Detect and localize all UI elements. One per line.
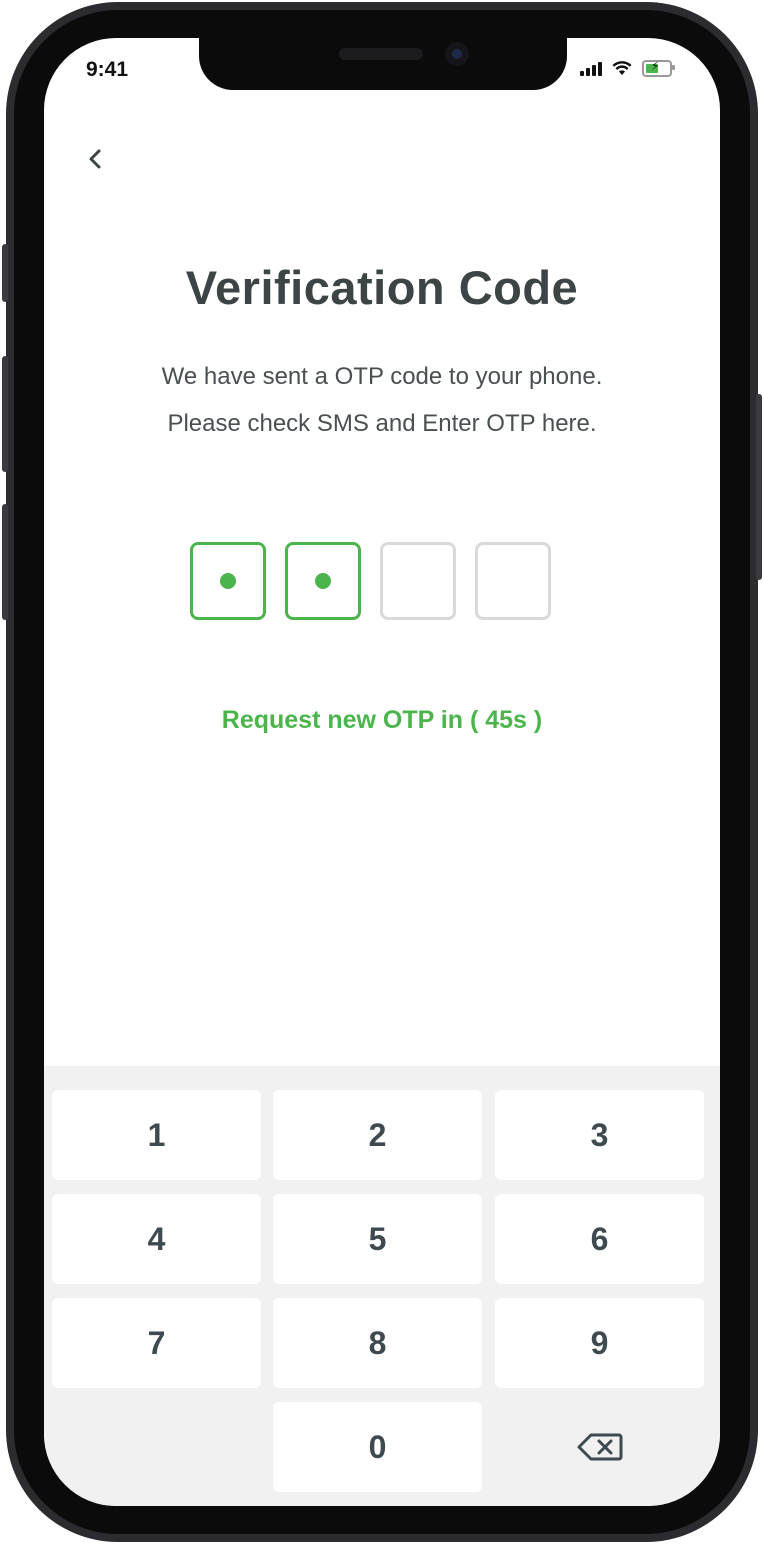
silent-switch — [2, 244, 8, 302]
key-0[interactable]: 0 — [273, 1402, 482, 1492]
otp-digit-box[interactable] — [190, 542, 266, 620]
back-button[interactable] — [80, 144, 110, 174]
otp-filled-dot — [220, 573, 236, 589]
key-4[interactable]: 4 — [52, 1194, 261, 1284]
otp-filled-dot — [315, 573, 331, 589]
key-1[interactable]: 1 — [52, 1090, 261, 1180]
otp-input[interactable] — [190, 542, 551, 620]
battery-icon: ⚡ — [642, 59, 675, 77]
subtitle-line-1: We have sent a OTP code to your phone. — [161, 363, 603, 390]
phone-device: 9:41 ⚡ Verification Code We have sent a … — [0, 0, 764, 1544]
speaker — [339, 48, 423, 60]
key-2[interactable]: 2 — [273, 1090, 482, 1180]
delete-key[interactable] — [495, 1402, 704, 1492]
front-camera — [445, 42, 469, 66]
resend-otp-timer[interactable]: Request new OTP in ( 45s ) — [44, 706, 720, 735]
otp-digit-box[interactable] — [380, 542, 456, 620]
subtitle-line-2: Please check SMS and Enter OTP here. — [167, 410, 597, 437]
otp-digit-box[interactable] — [475, 542, 551, 620]
status-time: 9:41 — [86, 58, 129, 81]
key-9[interactable]: 9 — [495, 1298, 704, 1388]
otp-digit-box[interactable] — [285, 542, 361, 620]
cellular-signal-icon — [580, 61, 602, 76]
key-5[interactable]: 5 — [273, 1194, 482, 1284]
volume-up-button — [2, 356, 8, 472]
power-button — [756, 394, 762, 580]
numeric-keypad: 1 2 3 4 5 6 7 8 9 0 — [44, 1066, 720, 1506]
chevron-left-icon — [89, 149, 101, 169]
volume-down-button — [2, 504, 8, 620]
status-icons: ⚡ — [580, 59, 675, 77]
backspace-icon — [577, 1433, 622, 1461]
page-title: Verification Code — [185, 261, 579, 314]
notch — [199, 38, 567, 90]
wifi-icon — [612, 61, 632, 75]
key-3[interactable]: 3 — [495, 1090, 704, 1180]
screen: 9:41 ⚡ Verification Code We have sent a … — [44, 38, 720, 1506]
key-8[interactable]: 8 — [273, 1298, 482, 1388]
key-6[interactable]: 6 — [495, 1194, 704, 1284]
key-7[interactable]: 7 — [52, 1298, 261, 1388]
